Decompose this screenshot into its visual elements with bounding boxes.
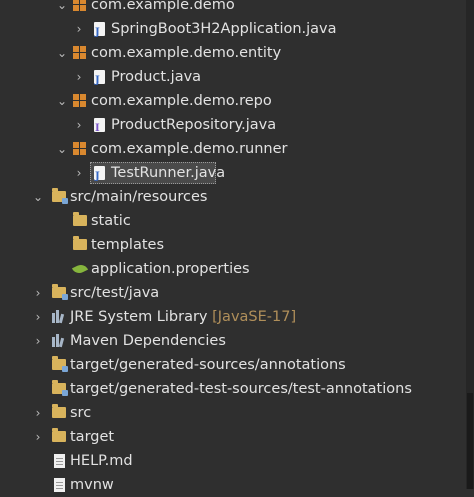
tree-item-generated-sources[interactable]: target/generated-sources/annotations: [0, 353, 466, 377]
scrollbar-thumb[interactable]: [467, 393, 473, 489]
file-icon: [54, 478, 65, 492]
tree-item-src[interactable]: › src: [0, 401, 466, 425]
java-class-icon: [94, 21, 105, 45]
tree-item-jre-system-library[interactable]: › JRE System Library [JavaSE-17]: [0, 305, 466, 329]
tree-item-maven-dependencies[interactable]: › Maven Dependencies: [0, 329, 466, 353]
source-folder-icon: [52, 284, 68, 300]
tree-item-label: com.example.demo.entity: [91, 45, 282, 61]
java-interface-icon: [94, 117, 105, 141]
tree-item-label: static: [91, 213, 131, 229]
tree-item-label: com.example.demo: [91, 0, 235, 13]
package-icon: [73, 46, 87, 60]
file-icon: [54, 454, 65, 468]
tree-item-label: com.example.demo.repo: [91, 93, 272, 109]
source-folder-icon: [52, 188, 68, 204]
tree-item-label: Product.java: [111, 69, 202, 85]
tree-item-generated-test-sources[interactable]: target/generated-test-sources/test-annot…: [0, 377, 466, 401]
chevron-right-icon[interactable]: ›: [73, 113, 85, 137]
package-icon: [73, 142, 87, 156]
library-decoration: [JavaSE-17]: [212, 309, 297, 325]
chevron-right-icon[interactable]: ›: [73, 17, 85, 41]
tree-item-label: mvnw: [70, 477, 114, 493]
tree-item-label: src/main/resources: [70, 189, 208, 205]
chevron-right-icon[interactable]: ›: [32, 305, 44, 329]
chevron-down-icon[interactable]: ⌄: [56, 137, 68, 161]
chevron-right-icon[interactable]: ›: [32, 401, 44, 425]
tree-item-application-properties[interactable]: application.properties: [0, 257, 466, 281]
tree-item-springboot-app[interactable]: › SpringBoot3H2Application.java: [0, 17, 466, 45]
tree-item-label: application.properties: [91, 261, 250, 277]
tree-item-templates[interactable]: templates: [0, 233, 466, 257]
tree-item-label: target/generated-test-sources/test-annot…: [70, 381, 412, 397]
chevron-down-icon[interactable]: ⌄: [56, 0, 68, 17]
tree-item-label: templates: [91, 237, 165, 253]
tree-item-package-demo[interactable]: ⌄ com.example.demo: [0, 0, 466, 17]
properties-file-icon: [71, 262, 89, 276]
java-class-icon: [94, 69, 105, 93]
tree-item-label: HELP.md: [70, 453, 133, 469]
tree-item-label: SpringBoot3H2Application.java: [111, 21, 337, 37]
folder-icon: [73, 212, 87, 226]
tree-item-label: src/test/java: [70, 285, 160, 301]
chevron-right-icon[interactable]: ›: [32, 281, 44, 305]
tree-item-label: Maven Dependencies: [70, 333, 226, 349]
tree-item-label: com.example.demo.runner: [91, 141, 288, 157]
tree-item-package-entity[interactable]: ⌄ com.example.demo.entity: [0, 41, 466, 65]
chevron-down-icon[interactable]: ⌄: [32, 185, 44, 209]
tree-item-product-repository[interactable]: › ProductRepository.java: [0, 113, 466, 141]
vertical-scrollbar[interactable]: [466, 0, 474, 489]
tree-item-label: target: [70, 429, 115, 445]
tree-item-src-test-java[interactable]: › src/test/java: [0, 281, 466, 305]
source-folder-icon: [52, 380, 68, 396]
folder-icon: [73, 236, 87, 250]
tree-item-label: TestRunner.java: [111, 165, 226, 181]
tree-item-testrunner[interactable]: › TestRunner.java: [0, 161, 466, 189]
tree-item-package-runner[interactable]: ⌄ com.example.demo.runner: [0, 137, 466, 161]
tree-item-static[interactable]: static: [0, 209, 466, 233]
chevron-down-icon[interactable]: ⌄: [56, 89, 68, 113]
tree-item-label: target/generated-sources/annotations: [70, 357, 346, 373]
tree-item-product[interactable]: › Product.java: [0, 65, 466, 93]
project-explorer-tree: ⌄ com.example.demo › SpringBoot3H2Applic…: [0, 0, 466, 497]
chevron-right-icon[interactable]: ›: [73, 161, 85, 185]
source-folder-icon: [52, 356, 68, 372]
chevron-right-icon[interactable]: ›: [32, 329, 44, 353]
package-icon: [73, 0, 87, 12]
tree-item-label: JRE System Library [JavaSE-17]: [70, 305, 296, 329]
folder-icon: [52, 404, 66, 418]
tree-item-src-main-resources[interactable]: ⌄ src/main/resources: [0, 185, 466, 209]
chevron-right-icon[interactable]: ›: [32, 425, 44, 449]
tree-item-label: src: [70, 405, 92, 421]
library-icon: [52, 310, 66, 324]
library-icon: [52, 334, 66, 348]
tree-item-target[interactable]: › target: [0, 425, 466, 449]
java-class-icon: [94, 165, 105, 189]
library-name: JRE System Library: [70, 309, 208, 325]
tree-item-mvnw[interactable]: mvnw: [0, 473, 466, 497]
tree-item-package-repo[interactable]: ⌄ com.example.demo.repo: [0, 89, 466, 113]
chevron-down-icon[interactable]: ⌄: [56, 41, 68, 65]
package-icon: [73, 94, 87, 108]
folder-icon: [52, 428, 66, 442]
tree-item-help-md[interactable]: HELP.md: [0, 449, 466, 473]
tree-item-label: ProductRepository.java: [111, 117, 277, 133]
chevron-right-icon[interactable]: ›: [73, 65, 85, 89]
